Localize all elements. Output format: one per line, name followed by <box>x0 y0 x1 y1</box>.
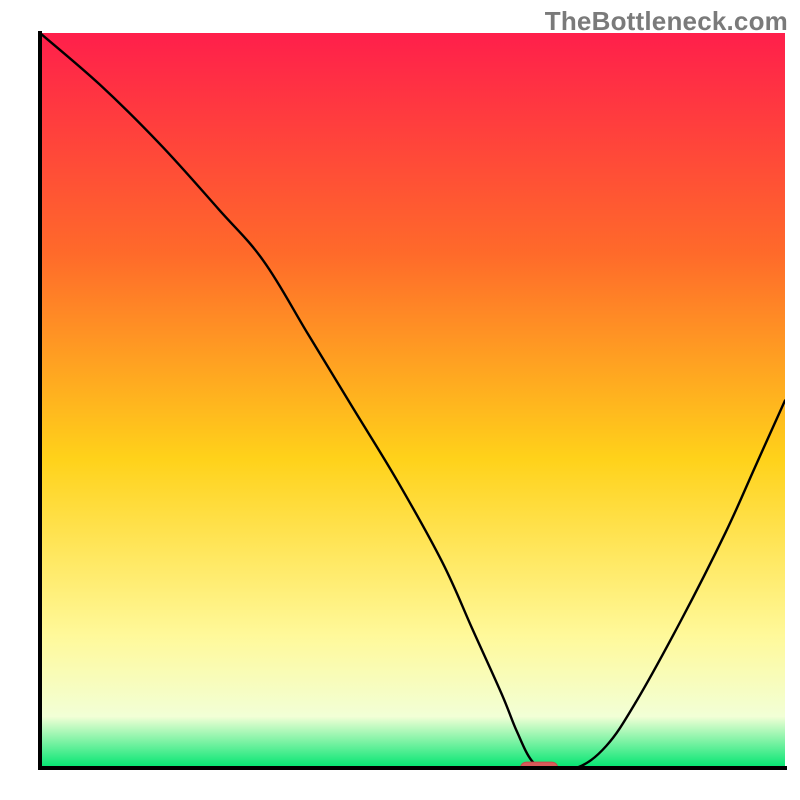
plot-background <box>40 33 785 768</box>
chart-stage: TheBottleneck.com <box>0 0 800 800</box>
watermark-text: TheBottleneck.com <box>545 6 788 37</box>
chart-svg <box>0 0 800 800</box>
